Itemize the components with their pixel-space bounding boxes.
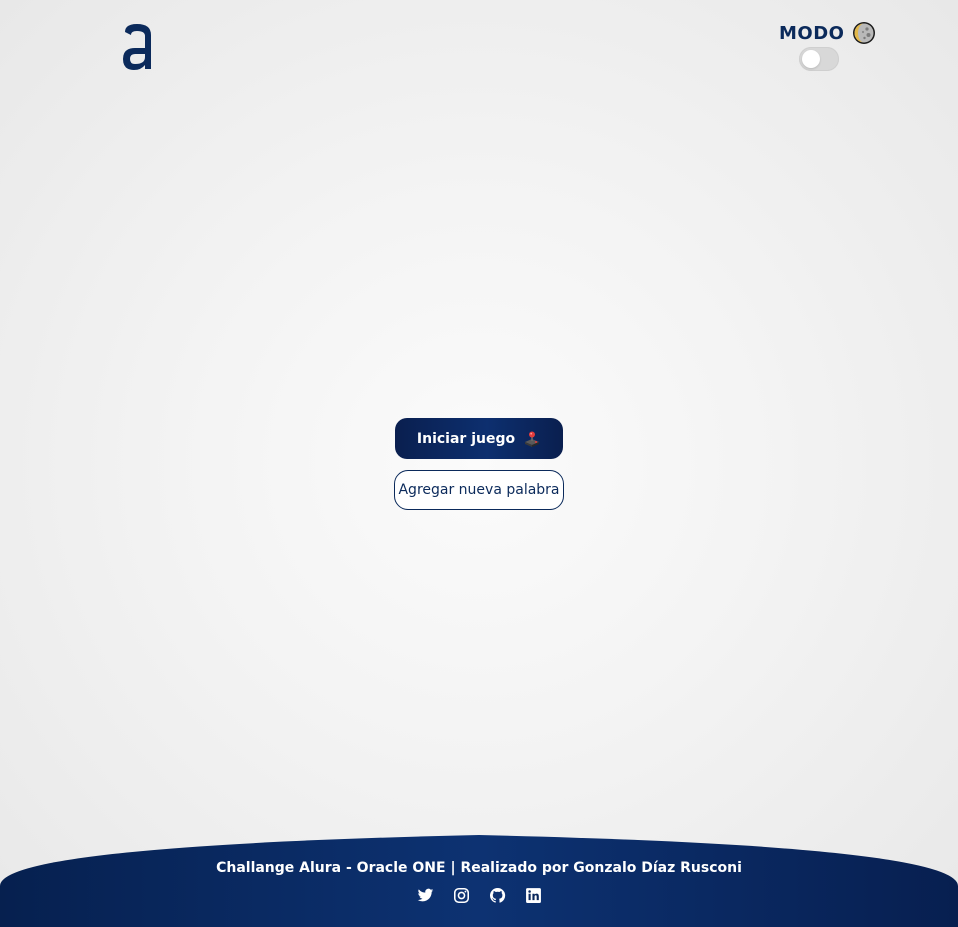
- twitter-icon[interactable]: [417, 887, 434, 904]
- footer-credit: Challange Alura - Oracle ONE | Realizado…: [216, 860, 742, 876]
- joystick-icon: [523, 430, 541, 448]
- instagram-icon[interactable]: [453, 887, 470, 904]
- alura-logo-icon[interactable]: [121, 22, 157, 72]
- theme-mode-control: MODO: [778, 18, 876, 74]
- start-game-button[interactable]: Iniciar juego: [395, 418, 563, 459]
- mode-label-row: MODO: [779, 20, 876, 46]
- moon-icon: [852, 21, 876, 45]
- toggle-knob: [802, 50, 820, 68]
- add-word-label: Agregar nueva palabra: [398, 482, 560, 498]
- github-icon[interactable]: [489, 887, 506, 904]
- footer-background: [0, 835, 958, 927]
- linkedin-icon[interactable]: [525, 887, 542, 904]
- mode-label: MODO: [779, 22, 845, 44]
- start-game-label: Iniciar juego: [416, 430, 516, 447]
- footer: Challange Alura - Oracle ONE | Realizado…: [0, 834, 958, 927]
- dark-mode-toggle[interactable]: [799, 47, 839, 71]
- add-word-button[interactable]: Agregar nueva palabra: [394, 470, 564, 510]
- social-links: [0, 887, 958, 904]
